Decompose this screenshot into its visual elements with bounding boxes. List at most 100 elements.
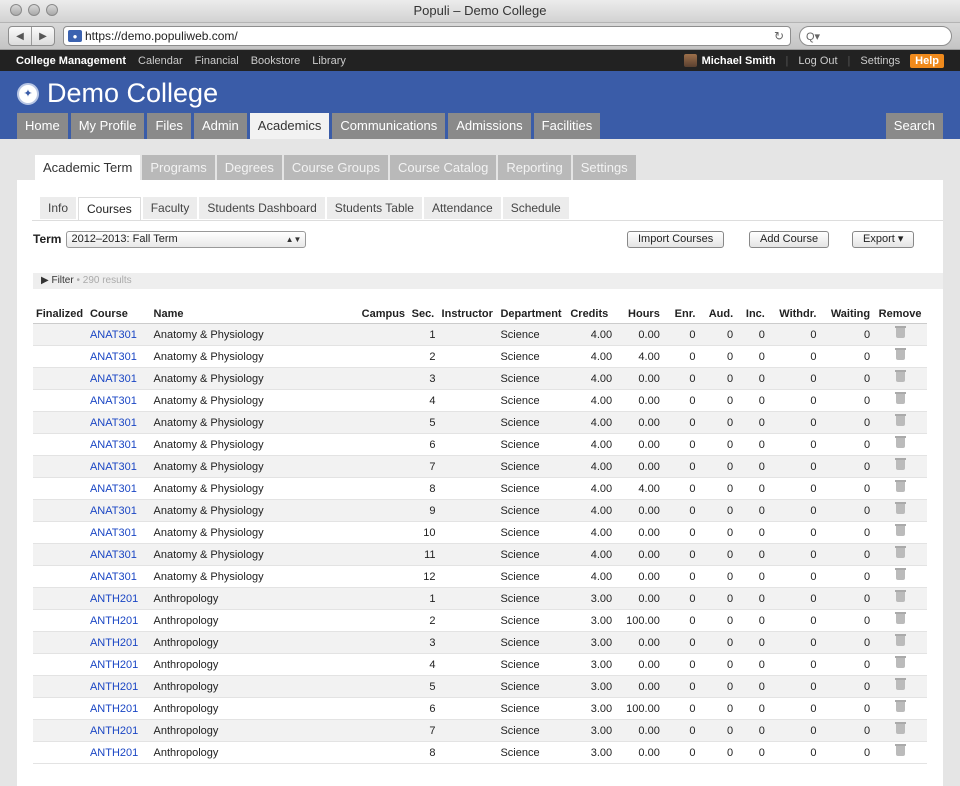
finalized-cell[interactable] <box>33 587 87 610</box>
col-withdrawn[interactable]: Withdr. <box>767 304 820 324</box>
search-tab[interactable]: Search <box>885 113 943 139</box>
close-window-icon[interactable] <box>10 4 22 16</box>
finalized-cell[interactable] <box>33 411 87 434</box>
col-name[interactable]: Name <box>150 304 359 324</box>
finalized-cell[interactable] <box>33 653 87 676</box>
trash-icon[interactable] <box>894 414 906 426</box>
tab-admin[interactable]: Admin <box>193 113 247 139</box>
top-link-calendar[interactable]: Calendar <box>138 55 183 67</box>
col-remove[interactable]: Remove <box>873 304 927 324</box>
finalized-cell[interactable] <box>33 455 87 478</box>
subtab-course-catalog[interactable]: Course Catalog <box>390 155 497 180</box>
col-course[interactable]: Course <box>86 304 151 324</box>
course-link[interactable]: ANTH201 <box>90 659 138 671</box>
trash-icon[interactable] <box>894 612 906 624</box>
finalized-cell[interactable] <box>33 675 87 698</box>
import-courses-button[interactable]: Import Courses <box>627 230 725 248</box>
trash-icon[interactable] <box>894 348 906 360</box>
course-link[interactable]: ANTH201 <box>90 703 138 715</box>
finalized-cell[interactable] <box>33 433 87 456</box>
help-button[interactable]: Help <box>910 53 944 68</box>
finalized-cell[interactable] <box>33 609 87 632</box>
col-waiting[interactable]: Waiting <box>819 304 874 324</box>
tab-home[interactable]: Home <box>17 113 68 139</box>
tab-faculty[interactable]: Faculty <box>142 197 198 219</box>
top-link-college-management[interactable]: College Management <box>16 55 126 67</box>
trash-icon[interactable] <box>894 524 906 536</box>
course-link[interactable]: ANTH201 <box>90 615 138 627</box>
finalized-cell[interactable] <box>33 477 87 500</box>
filter-toggle[interactable]: ▶ Filter <box>41 275 74 286</box>
trash-icon[interactable] <box>894 392 906 404</box>
subtab-degrees[interactable]: Degrees <box>216 155 282 180</box>
subtab-reporting[interactable]: Reporting <box>498 155 571 180</box>
trash-icon[interactable] <box>894 568 906 580</box>
trash-icon[interactable] <box>894 744 906 756</box>
trash-icon[interactable] <box>894 678 906 690</box>
course-link[interactable]: ANAT301 <box>90 483 137 495</box>
course-link[interactable]: ANAT301 <box>90 351 137 363</box>
tab-schedule[interactable]: Schedule <box>502 197 569 219</box>
user-menu[interactable]: Michael Smith <box>683 54 776 67</box>
finalized-cell[interactable] <box>33 323 87 346</box>
trash-icon[interactable] <box>894 458 906 470</box>
filter-bar[interactable]: ▶ Filter • 290 results <box>33 273 943 289</box>
tab-info[interactable]: Info <box>40 197 77 219</box>
trash-icon[interactable] <box>894 722 906 734</box>
col-hours[interactable]: Hours <box>615 304 663 324</box>
col-credits[interactable]: Credits <box>567 304 616 324</box>
course-link[interactable]: ANAT301 <box>90 417 137 429</box>
finalized-cell[interactable] <box>33 345 87 368</box>
course-link[interactable]: ANTH201 <box>90 747 138 759</box>
reload-icon[interactable]: ↻ <box>774 29 784 43</box>
course-link[interactable]: ANAT301 <box>90 461 137 473</box>
subtab-course-groups[interactable]: Course Groups <box>283 155 388 180</box>
forward-arrow-icon[interactable]: ▶ <box>31 27 54 45</box>
finalized-cell[interactable] <box>33 741 87 764</box>
tab-courses[interactable]: Courses <box>78 197 141 221</box>
finalized-cell[interactable] <box>33 389 87 412</box>
course-link[interactable]: ANAT301 <box>90 373 137 385</box>
finalized-cell[interactable] <box>33 367 87 390</box>
trash-icon[interactable] <box>894 480 906 492</box>
finalized-cell[interactable] <box>33 499 87 522</box>
col-instructor[interactable]: Instructor <box>438 304 498 324</box>
top-link-library[interactable]: Library <box>312 55 346 67</box>
trash-icon[interactable] <box>894 590 906 602</box>
subtab-settings[interactable]: Settings <box>572 155 636 180</box>
address-bar[interactable]: ● https://demo.populiweb.com/ ↻ <box>63 26 791 46</box>
trash-icon[interactable] <box>894 546 906 558</box>
course-link[interactable]: ANTH201 <box>90 725 138 737</box>
settings-link[interactable]: Settings <box>860 55 900 67</box>
finalized-cell[interactable] <box>33 543 87 566</box>
col-campus[interactable]: Campus <box>358 304 409 324</box>
trash-icon[interactable] <box>894 634 906 646</box>
course-link[interactable]: ANAT301 <box>90 571 137 583</box>
finalized-cell[interactable] <box>33 697 87 720</box>
logout-link[interactable]: Log Out <box>798 55 837 67</box>
top-link-financial[interactable]: Financial <box>195 55 239 67</box>
top-link-bookstore[interactable]: Bookstore <box>251 55 301 67</box>
browser-search-field[interactable]: Q▾ <box>799 26 952 46</box>
college-brand[interactable]: ✦ Demo College <box>17 78 218 109</box>
tab-students-dashboard[interactable]: Students Dashboard <box>199 197 325 219</box>
subtab-academic-term[interactable]: Academic Term <box>35 155 141 180</box>
add-course-button[interactable]: Add Course <box>749 230 830 248</box>
col-enrolled[interactable]: Enr. <box>662 304 699 324</box>
finalized-cell[interactable] <box>33 565 87 588</box>
tab-my-profile[interactable]: My Profile <box>70 113 145 139</box>
trash-icon[interactable] <box>894 656 906 668</box>
zoom-window-icon[interactable] <box>46 4 58 16</box>
col-section[interactable]: Sec. <box>408 304 439 324</box>
course-link[interactable]: ANTH201 <box>90 681 138 693</box>
subtab-programs[interactable]: Programs <box>142 155 215 180</box>
tab-communications[interactable]: Communications <box>332 113 446 139</box>
trash-icon[interactable] <box>894 502 906 514</box>
course-link[interactable]: ANAT301 <box>90 527 137 539</box>
col-department[interactable]: Department <box>497 304 568 324</box>
tab-files[interactable]: Files <box>147 113 191 139</box>
tab-admissions[interactable]: Admissions <box>448 113 531 139</box>
course-link[interactable]: ANTH201 <box>90 637 138 649</box>
col-finalized[interactable]: Finalized <box>33 304 87 324</box>
trash-icon[interactable] <box>894 326 906 338</box>
